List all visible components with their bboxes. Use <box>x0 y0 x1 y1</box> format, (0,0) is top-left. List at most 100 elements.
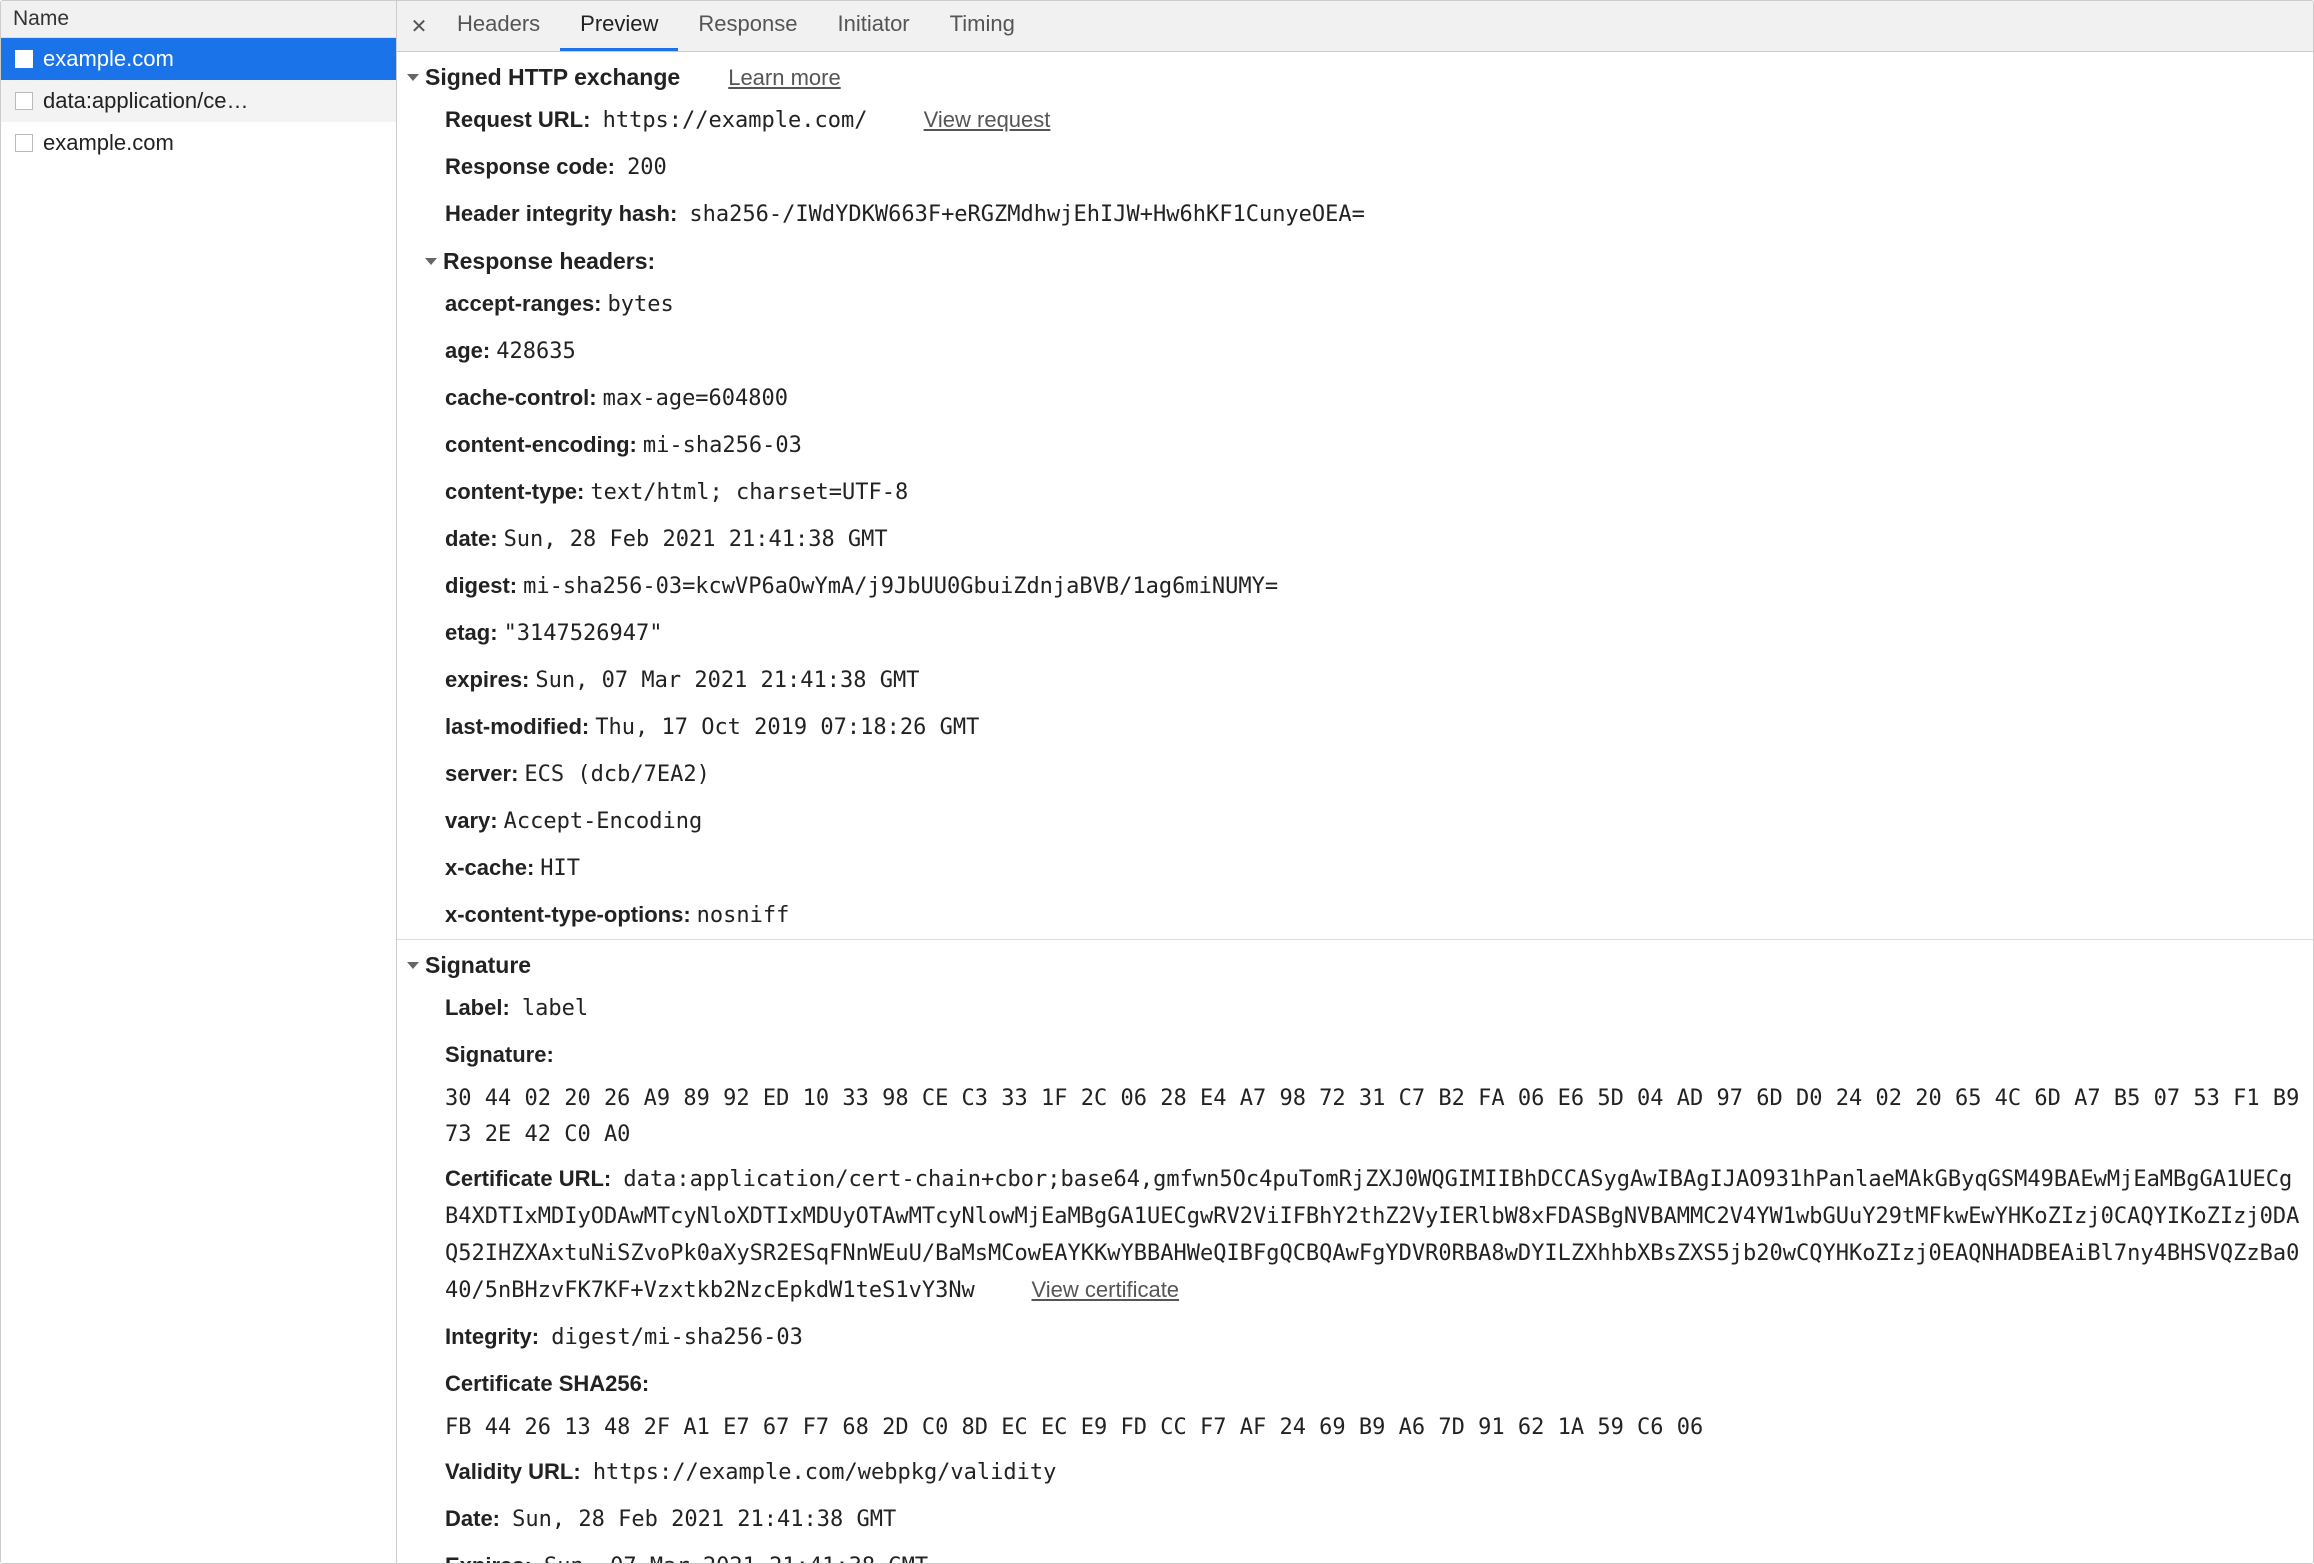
signature-hex: 30 44 02 20 26 A9 89 92 ED 10 33 98 CE C… <box>397 1078 2313 1156</box>
signature-title: Signature <box>425 952 531 979</box>
request-item[interactable]: data:application/ce… <box>1 80 396 122</box>
response-header-row: last-modified:Thu, 17 Oct 2019 07:18:26 … <box>397 704 2313 751</box>
response-headers-header[interactable]: Response headers: <box>397 238 2313 281</box>
response-header-key: x-content-type-options: <box>445 902 691 927</box>
response-header-key: server: <box>445 761 518 786</box>
request-item[interactable]: example.com <box>1 38 396 80</box>
content-pane[interactable]: Signed HTTP exchange Learn more Request … <box>397 52 2313 1563</box>
response-header-value: text/html; charset=UTF-8 <box>590 480 908 505</box>
response-header-row: content-type:text/html; charset=UTF-8 <box>397 469 2313 516</box>
response-header-row: x-cache:HIT <box>397 845 2313 892</box>
response-header-key: vary: <box>445 808 498 833</box>
file-icon <box>15 50 33 68</box>
request-item-label: example.com <box>43 46 174 72</box>
integrity-row: Integrity: digest/mi-sha256-03 <box>397 1314 2313 1361</box>
signature-date-label: Date: <box>445 1506 500 1531</box>
response-header-value: 428635 <box>496 339 575 364</box>
cert-sha-label: Certificate SHA256: <box>445 1371 649 1396</box>
tab-headers[interactable]: Headers <box>437 1 560 51</box>
response-header-key: etag: <box>445 620 498 645</box>
signature-expires-label: Expires: <box>445 1553 532 1563</box>
signature-expires-row: Expires: Sun, 07 Mar 2021 21:41:38 GMT <box>397 1543 2313 1563</box>
file-icon <box>15 134 33 152</box>
response-header-value: Sun, 07 Mar 2021 21:41:38 GMT <box>535 668 919 693</box>
cert-sha-value: FB 44 26 13 48 2F A1 E7 67 F7 68 2D C0 8… <box>397 1407 2313 1449</box>
signed-exchange-header[interactable]: Signed HTTP exchange Learn more <box>397 52 2313 97</box>
response-header-value: HIT <box>540 856 580 881</box>
signed-exchange-section: Signed HTTP exchange Learn more Request … <box>397 52 2313 940</box>
signature-label-row: Label: label <box>397 985 2313 1032</box>
signed-exchange-title: Signed HTTP exchange <box>425 64 680 91</box>
integrity-value: digest/mi-sha256-03 <box>551 1325 803 1350</box>
response-header-key: x-cache: <box>445 855 534 880</box>
response-header-key: content-encoding: <box>445 432 637 457</box>
response-header-row: cache-control:max-age=604800 <box>397 375 2313 422</box>
response-header-key: digest: <box>445 573 517 598</box>
devtools-root: Name example.comdata:application/ce…exam… <box>0 0 2314 1564</box>
view-request-link[interactable]: View request <box>924 107 1051 132</box>
validity-url-value: https://example.com/webpkg/validity <box>593 1460 1057 1485</box>
response-code-label: Response code: <box>445 154 615 179</box>
cert-sha-label-row: Certificate SHA256: <box>397 1361 2313 1407</box>
response-header-value: bytes <box>608 292 674 317</box>
network-sidebar: Name example.comdata:application/ce…exam… <box>1 1 397 1563</box>
tabs: ✕ HeadersPreviewResponseInitiatorTiming <box>397 1 2313 52</box>
caret-down-icon <box>407 74 419 81</box>
response-header-key: cache-control: <box>445 385 597 410</box>
header-hash-value: sha256-/IWdYDKW663F+eRGZMdhwjEhIJW+Hw6hK… <box>689 202 1365 227</box>
signature-label-value: label <box>522 996 588 1021</box>
response-header-row: vary:Accept-Encoding <box>397 798 2313 845</box>
tab-initiator[interactable]: Initiator <box>817 1 929 51</box>
response-header-row: expires:Sun, 07 Mar 2021 21:41:38 GMT <box>397 657 2313 704</box>
caret-down-icon <box>425 258 437 265</box>
response-header-row: accept-ranges:bytes <box>397 281 2313 328</box>
tab-timing[interactable]: Timing <box>930 1 1035 51</box>
signature-label-label: Label: <box>445 995 510 1020</box>
signature-date-value: Sun, 28 Feb 2021 21:41:38 GMT <box>512 1507 896 1532</box>
tab-preview[interactable]: Preview <box>560 1 678 51</box>
validity-url-label: Validity URL: <box>445 1459 581 1484</box>
signature-section: Signature Label: label Signature: 30 44 … <box>397 940 2313 1563</box>
signature-expires-value: Sun, 07 Mar 2021 21:41:38 GMT <box>544 1554 928 1563</box>
response-header-row: content-encoding:mi-sha256-03 <box>397 422 2313 469</box>
integrity-label: Integrity: <box>445 1324 539 1349</box>
close-icon[interactable]: ✕ <box>401 5 437 47</box>
signature-header[interactable]: Signature <box>397 940 2313 985</box>
response-header-value: mi-sha256-03=kcwVP6aOwYmA/j9JbUU0GbuiZdn… <box>523 574 1278 599</box>
response-header-value: max-age=604800 <box>603 386 788 411</box>
response-header-row: x-content-type-options:nosniff <box>397 892 2313 939</box>
request-item-label: example.com <box>43 130 174 156</box>
response-header-value: ECS (dcb/7EA2) <box>524 762 709 787</box>
request-url-label: Request URL: <box>445 107 590 132</box>
response-header-key: accept-ranges: <box>445 291 602 316</box>
main-panel: ✕ HeadersPreviewResponseInitiatorTiming … <box>397 1 2313 1563</box>
caret-down-icon <box>407 962 419 969</box>
file-icon <box>15 92 33 110</box>
request-url-row: Request URL: https://example.com/ View r… <box>397 97 2313 144</box>
view-certificate-link[interactable]: View certificate <box>1032 1277 1180 1302</box>
response-header-row: date:Sun, 28 Feb 2021 21:41:38 GMT <box>397 516 2313 563</box>
learn-more-link[interactable]: Learn more <box>728 65 841 91</box>
tab-response[interactable]: Response <box>678 1 817 51</box>
response-header-key: last-modified: <box>445 714 589 739</box>
cert-url-label: Certificate URL: <box>445 1166 611 1191</box>
response-header-row: server:ECS (dcb/7EA2) <box>397 751 2313 798</box>
response-code-row: Response code: 200 <box>397 144 2313 191</box>
response-header-row: etag:"3147526947" <box>397 610 2313 657</box>
response-header-value: nosniff <box>697 903 790 928</box>
signature-bytes-label: Signature: <box>445 1042 554 1067</box>
response-header-value: Thu, 17 Oct 2019 07:18:26 GMT <box>595 715 979 740</box>
response-header-key: content-type: <box>445 479 584 504</box>
request-item-label: data:application/ce… <box>43 88 248 114</box>
response-header-value: "3147526947" <box>504 621 663 646</box>
request-item[interactable]: example.com <box>1 122 396 164</box>
validity-url-row: Validity URL: https://example.com/webpkg… <box>397 1449 2313 1496</box>
signature-date-row: Date: Sun, 28 Feb 2021 21:41:38 GMT <box>397 1496 2313 1543</box>
request-url-value: https://example.com/ <box>603 108 868 133</box>
response-header-key: expires: <box>445 667 529 692</box>
response-header-value: mi-sha256-03 <box>643 433 802 458</box>
response-code-value: 200 <box>627 155 667 180</box>
response-header-value: Accept-Encoding <box>504 809 703 834</box>
response-header-key: age: <box>445 338 490 363</box>
cert-url-row: Certificate URL: data:application/cert-c… <box>397 1156 2313 1314</box>
